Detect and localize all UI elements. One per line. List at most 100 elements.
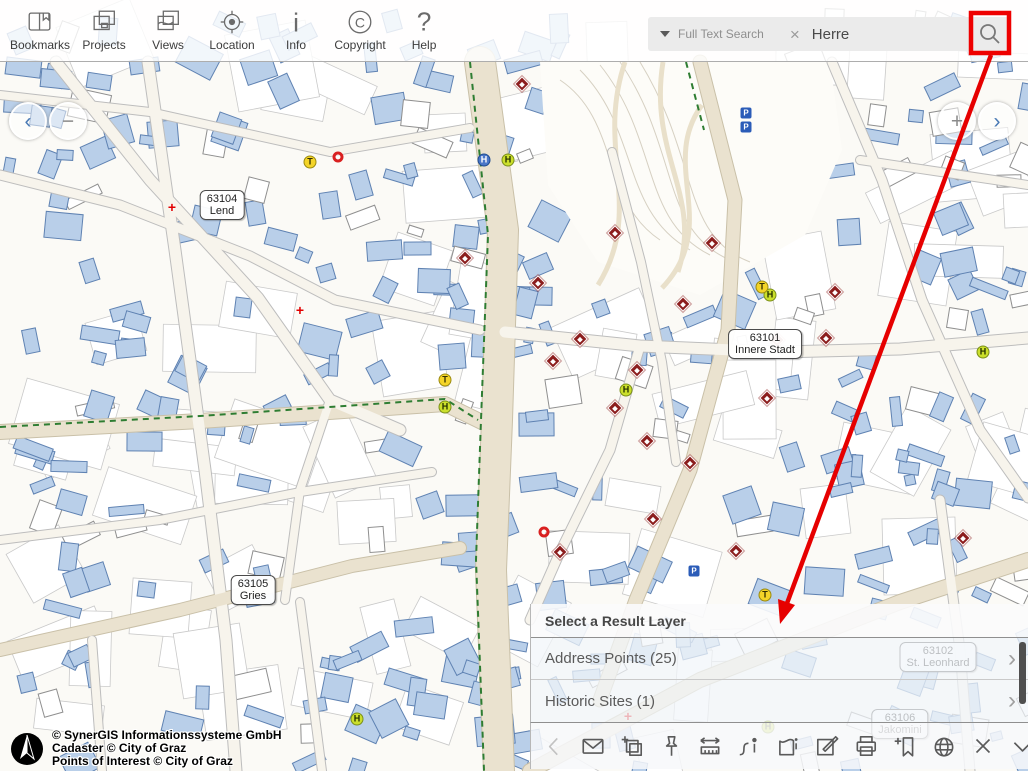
location-icon [217,7,247,37]
stop-h-green-marker[interactable]: H [620,384,633,397]
pharmacy-cross-marker[interactable]: + [168,200,176,214]
toolbar-item-label: Info [286,38,306,52]
svg-text:C: C [355,15,365,31]
help-icon: ? [409,7,439,37]
measure-area-button[interactable] [775,733,801,759]
result-layer-row[interactable]: Historic Sites (1)› [531,680,1028,722]
print-button[interactable] [853,733,879,759]
search-bar: Full Text Search × Herre [648,17,1010,51]
email-button[interactable] [580,733,606,759]
close-button[interactable] [970,733,996,759]
result-panel-title: Select a Result Layer [531,604,1028,638]
toolbar-item-help[interactable]: ? Help [394,7,454,52]
magnifier-icon [976,20,1004,48]
north-arrow-compass-icon [10,732,44,766]
copy-features-button[interactable] [619,733,645,759]
toolbar-item-views[interactable]: Views [138,7,198,52]
search-mode-label[interactable]: Full Text Search [678,27,764,41]
toolbar-item-label: Copyright [334,38,385,52]
pan-left-button[interactable]: ‹ [9,102,47,140]
svg-text:?: ? [417,7,432,36]
taxi-marker[interactable]: T [759,589,772,602]
stop-h-green-marker[interactable]: H [439,401,452,414]
plus-icon: + [951,111,963,132]
copyright-line: Points of Interest © City of Graz [52,755,282,768]
chevron-down-button[interactable] [1009,733,1028,759]
district-label-63104: 63104Lend [200,190,245,220]
top-toolbar-items: Bookmarks ProjectsViews Location iInfo C Copy… [10,7,454,52]
chevron-left-button[interactable] [541,733,567,759]
pan-right-button[interactable]: › [978,102,1016,140]
measure-distance-button[interactable] [697,733,723,759]
toolbar-item-label: Bookmarks [10,38,70,52]
chevron-down-icon [1009,733,1028,759]
pin-icon [658,733,684,759]
measure-area-icon [775,733,801,759]
zoom-in-button[interactable]: + [938,102,976,140]
district-code: 63105 [238,578,269,590]
copyright-lines: © SynerGIS Informationssysteme GmbH Cada… [52,729,282,768]
bottom-toolbar [530,722,1028,769]
search-button[interactable] [974,18,1006,50]
print-icon [853,733,879,759]
pin-button[interactable] [658,733,684,759]
bookmarks-icon [25,7,55,37]
poi-red-ring-marker[interactable] [539,527,550,538]
district-label-63105: 63105Gries [231,575,276,605]
search-input[interactable]: Herre [812,26,974,43]
result-layer-row[interactable]: Address Points (25) › [531,638,1028,680]
toolbar-item-projects[interactable]: Projects [74,7,134,52]
district-name: Lend [207,205,238,217]
stop-h-green-marker[interactable]: H [351,713,364,726]
chevron-right-icon: › [1008,647,1016,671]
taxi-marker[interactable]: T [756,281,769,294]
parking-marker[interactable]: P [689,566,700,577]
measure-line-icon [736,733,762,759]
toolbar-item-copyright[interactable]: C Copyright [330,7,390,52]
panel-scrollbar[interactable] [1019,642,1026,704]
district-code: 63104 [207,193,238,205]
pan-right-icon: › [994,111,1001,132]
parking-marker[interactable]: P [741,108,752,119]
edit-redlining-button[interactable] [814,733,840,759]
add-bookmark-icon [892,733,918,759]
poi-red-ring-marker[interactable] [333,152,344,163]
pharmacy-cross-marker[interactable]: + [296,303,304,317]
result-panel-rows: Address Points (25) › Historic Sites (1)› [531,638,1028,722]
toolbar-item-bookmarks[interactable]: Bookmarks [10,7,70,52]
projects-icon [89,7,119,37]
close-icon [970,733,996,759]
toolbar-item-label: Help [412,38,437,52]
toolbar-item-info[interactable]: iInfo [266,7,326,52]
parking-marker[interactable]: P [741,122,752,133]
globe-button[interactable] [931,733,957,759]
district-code: 63101 [735,332,795,344]
stop-h-green-marker[interactable]: H [977,346,990,359]
toolbar-item-location[interactable]: Location [202,7,262,52]
edit-redlining-icon [814,733,840,759]
search-clear-icon[interactable]: × [790,26,800,43]
zoom-out-button[interactable]: − [49,102,87,140]
views-icon [153,7,183,37]
minus-icon: − [62,111,74,132]
map-attribution: © SynerGIS Informationssysteme GmbH Cada… [10,729,282,768]
toolbar-item-label: Location [209,38,254,52]
app-window: 63104Lend63101Innere Stadt63105Gries6310… [0,0,1028,771]
search-mode-dropdown-icon[interactable] [660,31,670,37]
stop-h-blue-marker[interactable]: H [478,154,491,167]
add-bookmark-button[interactable] [892,733,918,759]
district-label-63101: 63101Innere Stadt [728,329,802,359]
measure-line-button[interactable] [736,733,762,759]
taxi-marker[interactable]: T [304,156,317,169]
stop-h-green-marker[interactable]: H [502,154,515,167]
info-icon: i [281,7,311,37]
district-name: Innere Stadt [735,344,795,356]
taxi-marker[interactable]: T [439,374,452,387]
result-layer-label: Historic Sites (1) [545,693,655,710]
district-name: Gries [238,590,269,602]
svg-text:i: i [293,7,299,37]
result-layer-label: Address Points (25) [545,650,677,667]
pan-left-icon: ‹ [25,111,32,132]
copy-features-icon [619,733,645,759]
result-layer-panel: Select a Result Layer Address Points (25… [530,604,1028,722]
